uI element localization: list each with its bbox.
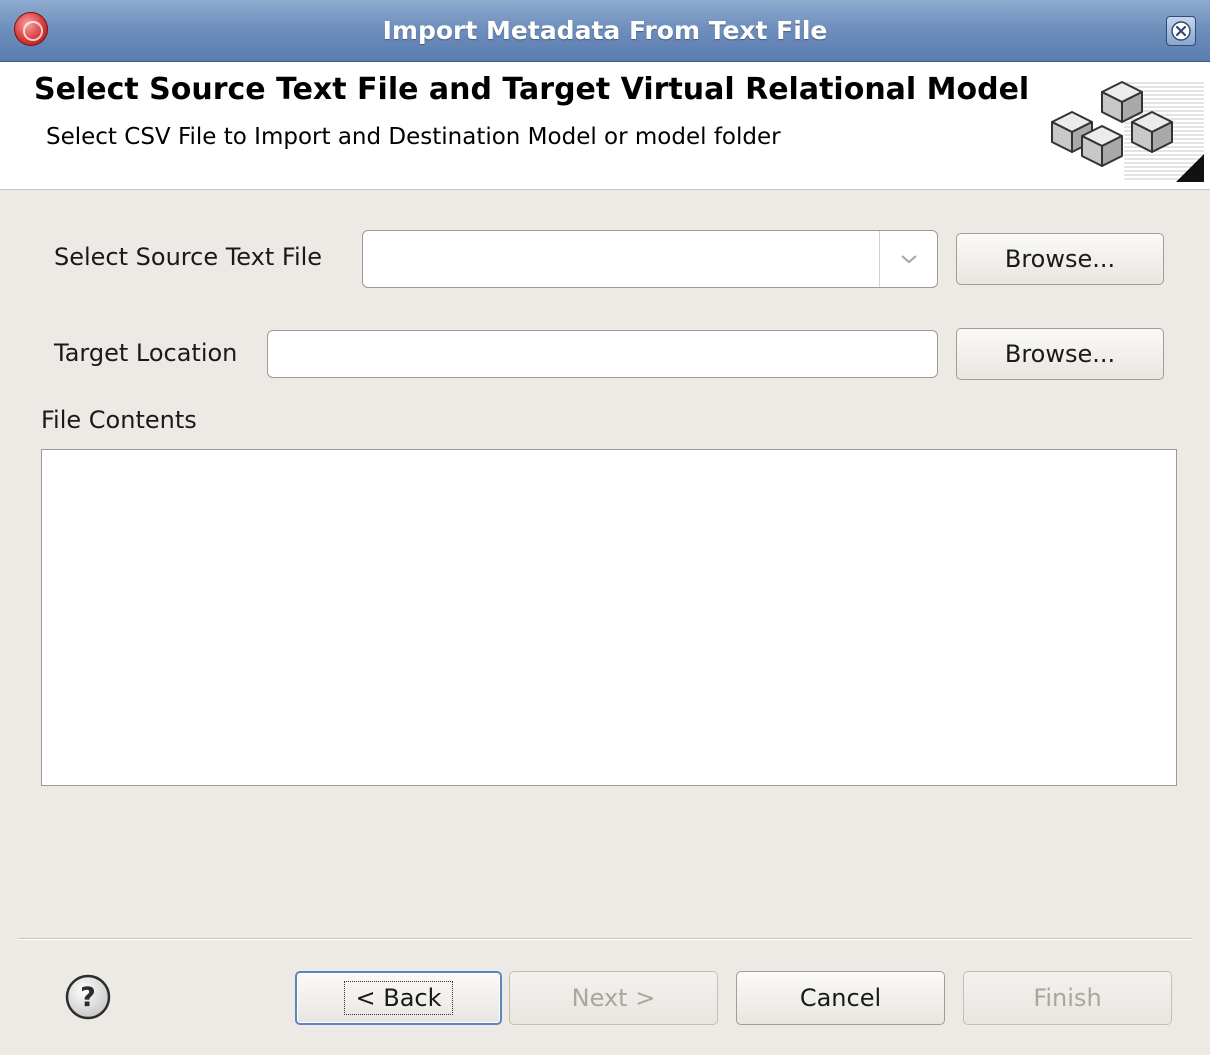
file-contents-label: File Contents xyxy=(41,406,197,434)
target-browse-button[interactable]: Browse... xyxy=(956,328,1164,380)
window-title: Import Metadata From Text File xyxy=(382,16,828,45)
window-titlebar[interactable]: Import Metadata From Text File xyxy=(0,0,1210,62)
wizard-heading: Select Source Text File and Target Virtu… xyxy=(34,72,1030,107)
close-button[interactable] xyxy=(1166,16,1196,46)
target-location-label: Target Location xyxy=(54,339,238,367)
file-contents-area[interactable] xyxy=(41,449,1177,786)
chevron-down-icon xyxy=(900,255,917,264)
back-button[interactable]: < Back xyxy=(295,971,502,1025)
help-icon[interactable]: ? xyxy=(64,973,112,1021)
file-contents-text xyxy=(42,450,1176,466)
stacked-cubes-icon xyxy=(1051,80,1204,182)
source-file-dropdown-button[interactable] xyxy=(879,231,937,287)
svg-text:?: ? xyxy=(80,982,96,1013)
source-browse-button[interactable]: Browse... xyxy=(956,233,1164,285)
source-file-label: Select Source Text File xyxy=(54,243,323,271)
cancel-button[interactable]: Cancel xyxy=(736,971,945,1025)
source-file-combo[interactable] xyxy=(362,230,938,288)
wizard-banner: Select Source Text File and Target Virtu… xyxy=(0,62,1210,190)
close-icon xyxy=(1171,21,1191,41)
wizard-description: Select CSV File to Import and Destinatio… xyxy=(46,124,781,150)
next-button[interactable]: Next > xyxy=(509,971,718,1025)
footer-separator xyxy=(18,938,1192,940)
back-button-label: < Back xyxy=(344,981,453,1015)
finish-button[interactable]: Finish xyxy=(963,971,1172,1025)
target-location-input[interactable] xyxy=(267,330,938,378)
